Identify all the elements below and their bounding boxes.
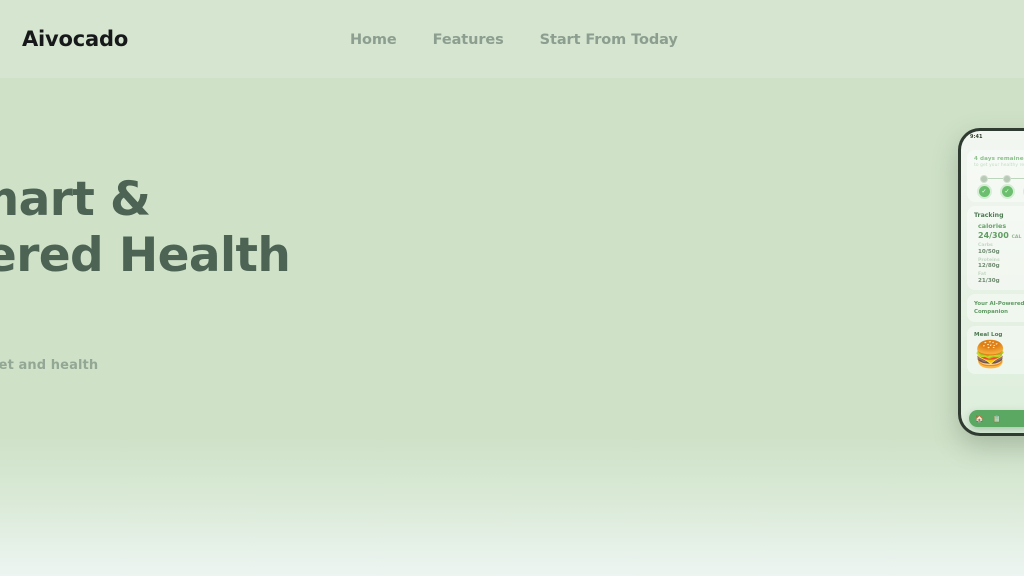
nav-link-home[interactable]: Home bbox=[350, 32, 397, 48]
hero-subtitle: Track and improve your diet and health bbox=[0, 358, 99, 373]
days-remaining-subtitle: to get your healthy report bbox=[974, 163, 1024, 168]
check-icon: ✓ bbox=[978, 186, 990, 197]
nav-link-start-from-today[interactable]: Start From Today bbox=[540, 32, 678, 48]
progress-steps: ✓ ✓ ✓ ✓ ✓ bbox=[974, 174, 1024, 197]
macro-name: Proteins bbox=[978, 257, 1000, 263]
check-icon: ✓ bbox=[1001, 186, 1013, 197]
burger-emoji-icon: 🍔 bbox=[974, 339, 1007, 370]
landing-page: Aivocado Home Features Start From Today … bbox=[0, 0, 1024, 576]
hero-copy: Your Smart & AI-Powered Health Tracker T… bbox=[0, 172, 445, 373]
top-navigation-bar: Aivocado Home Features Start From Today bbox=[0, 0, 1024, 78]
meal-log-title: Meal Log bbox=[974, 331, 1003, 338]
phone-status-bar: 9:41 bbox=[961, 131, 1024, 146]
tracking-title: Tracking bbox=[974, 212, 1004, 219]
ai-companion-text: Your AI-Powered Diet Companion bbox=[974, 300, 1024, 315]
calories-unit: CAL bbox=[1011, 235, 1022, 240]
status-time: 9:41 bbox=[970, 134, 983, 140]
macro-row: Fat 21/30g bbox=[978, 272, 1024, 284]
macro-name: Carbs bbox=[978, 243, 993, 248]
nav-links: Home Features Start From Today bbox=[350, 32, 678, 48]
brand-logo[interactable]: Aivocado bbox=[22, 27, 128, 51]
macro-row: Proteins 12/80g bbox=[978, 258, 1024, 270]
macro-name: Fat bbox=[978, 272, 987, 277]
step-dot-icon bbox=[1003, 175, 1011, 183]
note-icon[interactable]: 📋 bbox=[993, 415, 1002, 423]
ai-companion-card[interactable]: Your AI-Powered Diet Companion bbox=[967, 293, 1024, 322]
phone-tab-bar: 🏠 📋 Scan bbox=[969, 410, 1024, 427]
progress-card: 4 days remained to get your healthy repo… bbox=[967, 150, 1024, 202]
phone-mockup: 9:41 4 days remained to get your healthy… bbox=[958, 128, 1024, 436]
macro-value: 21/30g bbox=[978, 277, 1000, 284]
tracking-card: Tracking calories 24/300 CAL Carbs 10/50… bbox=[967, 206, 1024, 290]
progress-step[interactable]: ✓ bbox=[976, 174, 992, 197]
calories-value: 24/300 CAL bbox=[978, 231, 1024, 240]
days-remaining-title: 4 days remained bbox=[974, 156, 1024, 162]
hero-headline: Your Smart & AI-Powered Health Tracker bbox=[0, 172, 291, 283]
phone-screen: 9:41 4 days remained to get your healthy… bbox=[961, 131, 1024, 433]
progress-step[interactable]: ✓ bbox=[999, 174, 1015, 197]
step-dot-icon bbox=[980, 175, 988, 183]
home-icon[interactable]: 🏠 bbox=[975, 415, 984, 423]
macro-row: Carbs 10/50g bbox=[978, 243, 1024, 255]
macro-value: 10/50g bbox=[978, 248, 1000, 255]
calories-label: calories bbox=[978, 222, 1007, 230]
nav-link-features[interactable]: Features bbox=[433, 32, 504, 48]
calories-number: 24/300 bbox=[978, 231, 1009, 240]
macro-value: 12/80g bbox=[978, 263, 1000, 269]
meal-log-card[interactable]: Meal Log 🍔 bbox=[967, 325, 1024, 374]
